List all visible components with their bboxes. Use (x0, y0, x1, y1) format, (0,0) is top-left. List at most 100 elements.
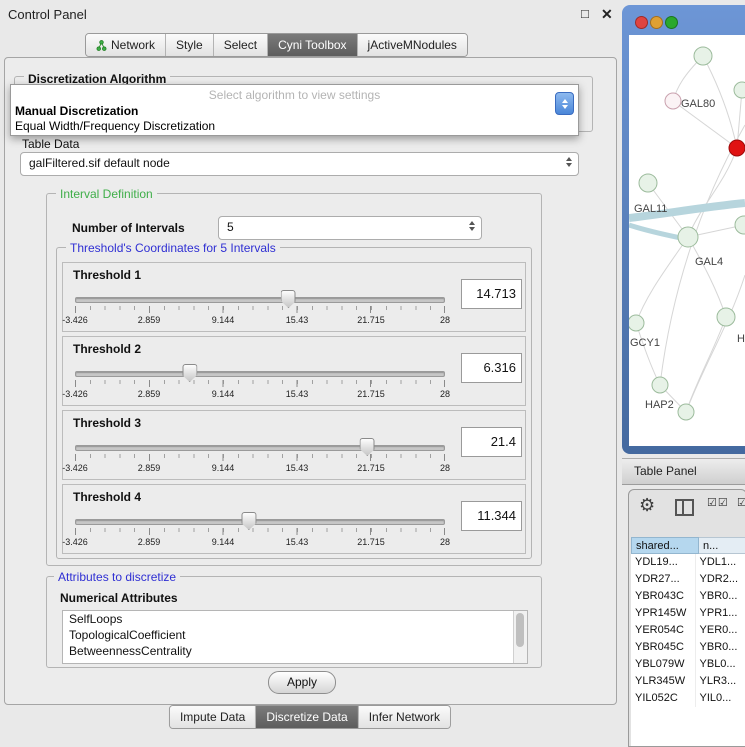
tab-discretize-data-label: Discretize Data (266, 710, 347, 724)
threshold-1-label: Threshold 1 (73, 268, 141, 282)
slider-major-ticks (75, 528, 445, 535)
list-item-selfloops[interactable]: SelfLoops (63, 611, 527, 627)
node-label-gal11: GAL11 (634, 203, 667, 215)
arrow-down-icon (562, 105, 568, 109)
dropdown-item-manual-discretization[interactable]: Manual Discretization (15, 104, 138, 118)
tab-cyni-toolbox-label: Cyni Toolbox (278, 38, 346, 52)
combo-stepper-icon (469, 221, 475, 231)
table-row[interactable]: YBR045CYBR0... (631, 639, 745, 656)
thresholds-group-title: Threshold's Coordinates for 5 Intervals (66, 241, 280, 255)
threshold-1-panel: Threshold 1 -3.426 2.859 9.144 15.43 21.… (62, 262, 526, 332)
close-traffic-light-icon[interactable] (635, 16, 648, 29)
network-view-window[interactable]: GAL80 GAL11 GAL4 GCY1 HAP2 H (622, 5, 745, 454)
slider-track[interactable] (75, 371, 445, 377)
network-node[interactable] (717, 308, 735, 326)
table-row[interactable]: YIL052CYIL0... (631, 690, 745, 707)
tab-impute-data[interactable]: Impute Data (170, 706, 256, 728)
network-node[interactable] (734, 82, 745, 98)
node-label-cut: H (737, 333, 745, 345)
column-header-name[interactable]: n... (699, 537, 745, 554)
slider-scale-labels: -3.426 2.859 9.144 15.43 21.715 28 (75, 389, 445, 400)
interval-definition-group-title: Interval Definition (56, 187, 157, 201)
tab-discretize-data[interactable]: Discretize Data (256, 706, 358, 728)
threshold-3-slider[interactable]: -3.426 2.859 9.144 15.43 21.715 28 (75, 437, 445, 475)
list-scrollbar-thumb[interactable] (516, 613, 524, 647)
list-item-topologicalcoefficient[interactable]: TopologicalCoefficient (63, 627, 527, 643)
numerical-attributes-list[interactable]: SelfLoops TopologicalCoefficient Between… (62, 610, 528, 664)
table-data-label: Table Data (22, 137, 79, 151)
table-data-combo-value: galFiltered.sif default node (29, 156, 170, 170)
tab-style[interactable]: Style (166, 34, 214, 56)
network-node-hap2[interactable] (652, 377, 668, 393)
top-tab-bar: Network Style Select Cyni Toolbox jActiv… (85, 33, 468, 57)
list-item-betweennesscentrality[interactable]: BetweennessCentrality (63, 643, 527, 659)
tab-network[interactable]: Network (86, 34, 166, 56)
slider-scale-labels: -3.426 2.859 9.144 15.43 21.715 28 (75, 463, 445, 474)
algorithm-dropdown[interactable]: Select algorithm to view settings Manual… (10, 84, 579, 136)
table-row[interactable]: YBL079WYBL0... (631, 656, 745, 673)
threshold-2-slider[interactable]: -3.426 2.859 9.144 15.43 21.715 28 (75, 363, 445, 401)
slider-major-ticks (75, 454, 445, 461)
number-of-intervals-combo[interactable]: 5 (218, 216, 482, 240)
dropdown-item-equal-width-frequency[interactable]: Equal Width/Frequency Discretization (15, 119, 215, 133)
table-row[interactable]: YDR27...YDR2... (631, 571, 745, 588)
gear-icon[interactable]: ⚙ (639, 495, 655, 516)
network-node-gal80[interactable] (665, 93, 681, 109)
algorithm-placeholder: Select algorithm to view settings (11, 88, 578, 102)
tab-infer-network-label: Infer Network (369, 710, 440, 724)
network-node[interactable] (694, 47, 712, 65)
table-row[interactable]: YBR043CYBR0... (631, 588, 745, 605)
network-node[interactable] (735, 216, 745, 234)
close-panel-icon[interactable]: ✕ (601, 6, 613, 23)
threshold-1-value-field[interactable]: 14.713 (461, 279, 522, 309)
arrow-up-icon (562, 99, 568, 103)
table-row[interactable]: YDL19...YDL1... (631, 554, 745, 571)
checkbox-icon[interactable]: ☑ (737, 496, 745, 509)
slider-track[interactable] (75, 519, 445, 525)
table-data-combo[interactable]: galFiltered.sif default node (20, 152, 579, 176)
network-node-gcy1[interactable] (629, 315, 644, 331)
attributes-group-title: Attributes to discretize (54, 570, 180, 584)
number-of-intervals-value: 5 (227, 220, 234, 234)
threshold-4-label: Threshold 4 (73, 490, 141, 504)
list-scrollbar[interactable] (513, 611, 527, 663)
network-node-selected-red[interactable] (729, 140, 745, 156)
threshold-3-label: Threshold 3 (73, 416, 141, 430)
slider-track[interactable] (75, 445, 445, 451)
slider-scale-labels: -3.426 2.859 9.144 15.43 21.715 28 (75, 315, 445, 326)
table-panel-window: ⚙ ☑☑ ☑ shared... n... YDL19...YDL1... YD… (628, 489, 745, 747)
threshold-4-panel: Threshold 4 -3.426 2.859 9.144 15.43 21.… (62, 484, 526, 554)
combo-stepper-icon[interactable] (555, 92, 574, 115)
network-node[interactable] (678, 404, 694, 420)
table-row[interactable]: YPR145WYPR1... (631, 605, 745, 622)
zoom-traffic-light-icon[interactable] (665, 16, 678, 29)
tab-jactivemnodules[interactable]: jActiveMNodules (358, 34, 467, 56)
float-window-icon[interactable]: □ (581, 6, 589, 21)
tab-infer-network[interactable]: Infer Network (359, 706, 450, 728)
slider-track[interactable] (75, 297, 445, 303)
tab-select[interactable]: Select (214, 34, 268, 56)
control-panel: Control Panel □ ✕ Network Style Select C… (0, 0, 620, 745)
panel-title: Control Panel (8, 7, 87, 22)
network-node-gal4[interactable] (678, 227, 698, 247)
threshold-4-slider[interactable]: -3.426 2.859 9.144 15.43 21.715 28 (75, 511, 445, 549)
node-label-gal4: GAL4 (695, 256, 723, 268)
select-columns-icon[interactable]: ☑☑ (707, 496, 729, 509)
table-rows: YDL19...YDL1... YDR27...YDR2... YBR043CY… (631, 554, 745, 746)
tab-cyni-toolbox[interactable]: Cyni Toolbox (268, 34, 357, 56)
network-canvas[interactable]: GAL80 GAL11 GAL4 GCY1 HAP2 H (629, 35, 745, 446)
minimize-traffic-light-icon[interactable] (650, 16, 663, 29)
table-row[interactable]: YER054CYER0... (631, 622, 745, 639)
columns-icon[interactable] (675, 499, 694, 516)
network-icon (96, 40, 107, 51)
threshold-1-slider[interactable]: -3.426 2.859 9.144 15.43 21.715 28 (75, 289, 445, 327)
apply-button[interactable]: Apply (268, 671, 336, 694)
combo-stepper-icon (566, 157, 572, 167)
threshold-2-value-field[interactable]: 6.316 (461, 353, 522, 383)
column-header-shared-name[interactable]: shared... (631, 537, 699, 554)
table-panel-title: Table Panel (634, 464, 697, 478)
network-node-gal11[interactable] (639, 174, 657, 192)
threshold-4-value-field[interactable]: 11.344 (461, 501, 522, 531)
table-row[interactable]: YLR345WYLR3... (631, 673, 745, 690)
threshold-3-value-field[interactable]: 21.4 (461, 427, 522, 457)
